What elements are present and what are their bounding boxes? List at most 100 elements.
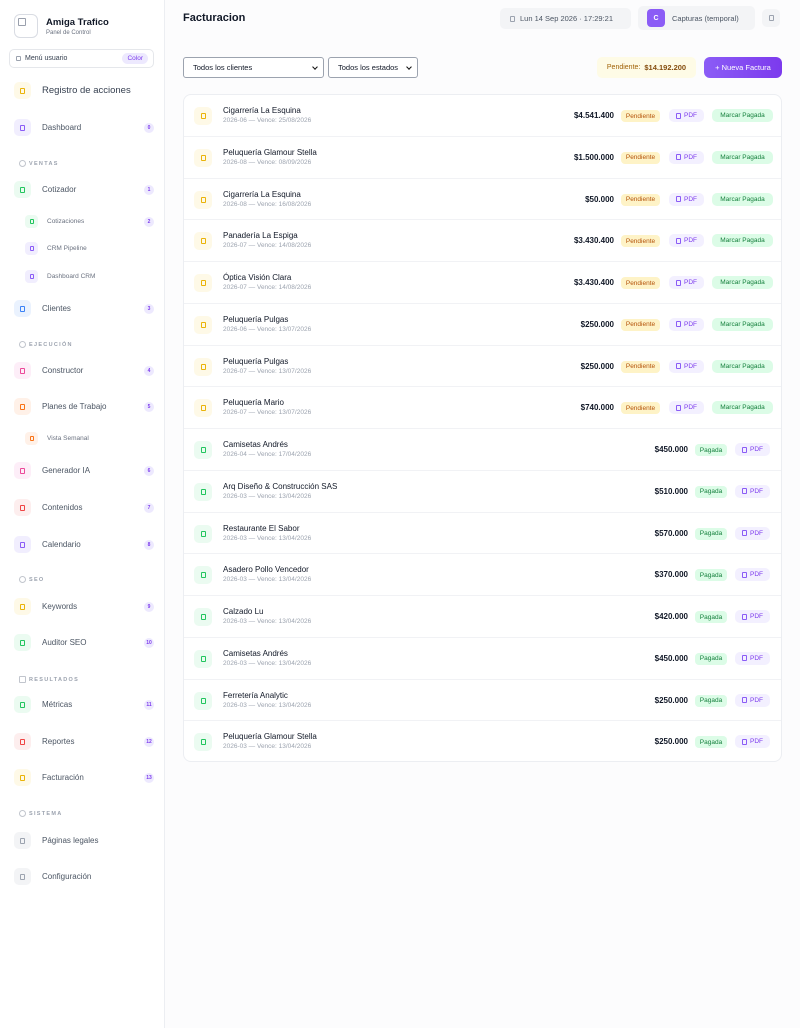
pdf-label: PDF bbox=[684, 112, 697, 119]
sidebar-item-auditor[interactable]: Auditor SEO 10 bbox=[14, 634, 154, 651]
invoice-meta: 2026-08 — Vence: 16/08/2026 bbox=[223, 200, 312, 208]
new-invoice-button[interactable]: + Nueva Factura bbox=[704, 57, 782, 78]
invoice-amount: $250.000 bbox=[580, 319, 614, 329]
mark-paid-button[interactable]: Marcar Pagada bbox=[712, 234, 773, 248]
sidebar-item-planes[interactable]: Planes de Trabajo 5 bbox=[14, 398, 154, 415]
mark-paid-button[interactable]: Marcar Pagada bbox=[712, 192, 773, 206]
pdf-button[interactable]: PDF bbox=[669, 359, 704, 373]
mark-paid-button[interactable]: Marcar Pagada bbox=[712, 109, 773, 122]
sidebar-item-cotizador[interactable]: Cotizador 1 bbox=[14, 181, 154, 198]
sidebar: Amiga Trafico Panel de Control Menú usua… bbox=[0, 0, 165, 1028]
sidebar-item-registro[interactable]: Registro de acciones bbox=[14, 82, 154, 99]
pdf-button[interactable]: PDF bbox=[735, 693, 770, 707]
table-row[interactable]: Arq Diseño & Construcción SAS 2026-03 — V… bbox=[184, 471, 781, 513]
sidebar-item-paginas-legales[interactable]: Páginas legales bbox=[14, 832, 154, 849]
invoice-amount: $3.430.400 bbox=[573, 278, 614, 287]
sidebar-item-facturacion[interactable]: Facturación 13 bbox=[14, 769, 154, 786]
invoice-icon bbox=[194, 482, 212, 501]
table-row[interactable]: Panadería La Espiga 2026-07 — Vence: 14/0… bbox=[184, 220, 781, 262]
table-row[interactable]: Camisetas Andrés 2026-03 — Vence: 13/04/2… bbox=[184, 638, 781, 680]
sidebar-item-metricas[interactable]: Métricas 11 bbox=[14, 696, 154, 713]
sidebar-badge: 9 bbox=[144, 601, 154, 612]
sidebar-item-dashboard-crm[interactable]: Dashboard CRM bbox=[25, 270, 154, 283]
pdf-button[interactable]: PDF bbox=[735, 526, 770, 540]
pdf-button[interactable]: PDF bbox=[669, 317, 704, 331]
sidebar-badge: 10 bbox=[144, 637, 154, 648]
table-row[interactable]: Peluquería Mario 2026-07 — Vence: 13/07/2… bbox=[184, 387, 781, 429]
pdf-button[interactable]: PDF bbox=[669, 109, 704, 122]
invoice-list: Cigarrería La Esquina 2026-06 — Vence: 25… bbox=[183, 94, 782, 762]
pending-total-badge: Pendiente: $14.192.200 bbox=[597, 57, 696, 78]
sidebar-item-label: Reportes bbox=[42, 737, 75, 746]
sidebar-item-dashboard[interactable]: Dashboard 0 bbox=[14, 119, 154, 136]
pdf-button[interactable]: PDF bbox=[735, 443, 770, 456]
sidebar-item-calendario[interactable]: Calendario 8 bbox=[14, 536, 154, 553]
sidebar-item-cotizaciones[interactable]: Cotizaciones 2 bbox=[25, 215, 154, 228]
invoice-client: Camisetas Andrés bbox=[223, 648, 288, 658]
pdf-button[interactable]: PDF bbox=[735, 651, 770, 665]
file-icon bbox=[742, 488, 747, 495]
datetime-display: Lun 14 Sep 2026 · 17:29:21 bbox=[500, 8, 631, 29]
color-chip[interactable]: Color bbox=[122, 53, 148, 64]
sidebar-item-contenidos[interactable]: Contenidos 7 bbox=[14, 499, 154, 516]
table-row[interactable]: Camisetas Andrés 2026-04 — Vence: 17/04/2… bbox=[184, 429, 781, 471]
user-menu[interactable]: C Capturas (temporal) bbox=[638, 6, 755, 30]
pdf-button[interactable]: PDF bbox=[735, 568, 770, 582]
table-row[interactable]: Óptica Visión Clara 2026-07 — Vence: 14/0… bbox=[184, 262, 781, 304]
table-row[interactable]: Peluquería Pulgas 2026-07 — Vence: 13/07/… bbox=[184, 346, 781, 388]
invoice-icon bbox=[194, 733, 212, 752]
status-badge: Pagada bbox=[695, 444, 727, 456]
mark-paid-button[interactable]: Marcar Pagada bbox=[712, 359, 773, 373]
sidebar-item-keywords[interactable]: Keywords 9 bbox=[14, 598, 154, 615]
table-row[interactable]: Restaurante El Sabor 2026-03 — Vence: 13/… bbox=[184, 513, 781, 555]
invoice-client: Óptica Visión Clara bbox=[223, 273, 292, 282]
status-badge: Pendiente bbox=[621, 235, 660, 248]
mark-paid-button[interactable]: Marcar Pagada bbox=[712, 276, 773, 289]
table-row[interactable]: Peluquería Glamour Stella 2026-03 — Vence… bbox=[184, 721, 781, 761]
table-row[interactable]: Peluquería Pulgas 2026-06 — Vence: 13/07/… bbox=[184, 304, 781, 346]
sidebar-item-configuracion[interactable]: Configuración bbox=[14, 868, 154, 885]
pdf-button[interactable]: PDF bbox=[735, 735, 770, 749]
invoice-amount: $370.000 bbox=[654, 570, 688, 580]
table-row[interactable]: Asadero Pollo Vencedor 2026-03 — Vence: 1… bbox=[184, 554, 781, 596]
mark-paid-button[interactable]: Marcar Pagada bbox=[712, 317, 773, 331]
pdf-button[interactable]: PDF bbox=[735, 610, 770, 623]
sidebar-item-clientes[interactable]: Clientes 3 bbox=[14, 300, 154, 317]
pdf-button[interactable]: PDF bbox=[669, 276, 704, 289]
gear-icon bbox=[14, 868, 31, 885]
sidebar-item-label: Cotizador bbox=[42, 185, 77, 194]
invoice-icon bbox=[194, 232, 212, 251]
table-row[interactable]: Peluquería Glamour Stella 2026-08 — Vence… bbox=[184, 137, 781, 179]
table-row[interactable]: Calzado Lu 2026-03 — Vence: 13/04/2026 $42… bbox=[184, 596, 781, 638]
table-row[interactable]: Ferretería Analytic 2026-03 — Vence: 13/0… bbox=[184, 680, 781, 722]
history-icon bbox=[14, 82, 31, 99]
status-badge: Pendiente bbox=[621, 110, 660, 122]
quote-icon bbox=[25, 215, 38, 228]
pdf-button[interactable]: PDF bbox=[735, 484, 770, 498]
table-row[interactable]: Cigarrería La Esquina 2026-08 — Vence: 16… bbox=[184, 179, 781, 221]
mark-paid-button[interactable]: Marcar Pagada bbox=[712, 401, 773, 415]
sidebar-badge: 0 bbox=[144, 122, 154, 133]
brand[interactable]: Amiga Trafico Panel de Control bbox=[14, 14, 109, 38]
pdf-button[interactable]: PDF bbox=[669, 150, 704, 164]
state-filter-select[interactable]: Todos los estados bbox=[328, 57, 418, 78]
client-filter-select[interactable]: Todos los clientes bbox=[183, 57, 324, 78]
user-menu-bar[interactable]: Menú usuario Color bbox=[9, 49, 154, 68]
table-row[interactable]: Cigarrería La Esquina 2026-06 — Vence: 25… bbox=[184, 95, 781, 137]
sidebar-item-constructor[interactable]: Constructor 4 bbox=[14, 362, 154, 379]
mark-paid-button[interactable]: Marcar Pagada bbox=[712, 150, 773, 164]
sidebar-item-label: Contenidos bbox=[42, 503, 83, 512]
status-badge: Pendiente bbox=[621, 193, 660, 206]
file-icon bbox=[676, 112, 681, 119]
report-icon bbox=[14, 733, 31, 750]
metrics-icon bbox=[14, 696, 31, 713]
sidebar-item-reportes[interactable]: Reportes 12 bbox=[14, 733, 154, 750]
notification-button[interactable] bbox=[762, 9, 780, 27]
pdf-label: PDF bbox=[750, 738, 763, 746]
pdf-button[interactable]: PDF bbox=[669, 192, 704, 206]
sidebar-item-vista-semanal[interactable]: Vista Semanal bbox=[25, 432, 154, 445]
pdf-button[interactable]: PDF bbox=[669, 401, 704, 415]
pdf-button[interactable]: PDF bbox=[669, 234, 704, 248]
sidebar-item-crm-pipeline[interactable]: CRM Pipeline bbox=[25, 242, 154, 255]
sidebar-item-generador[interactable]: Generador IA 6 bbox=[14, 462, 154, 479]
